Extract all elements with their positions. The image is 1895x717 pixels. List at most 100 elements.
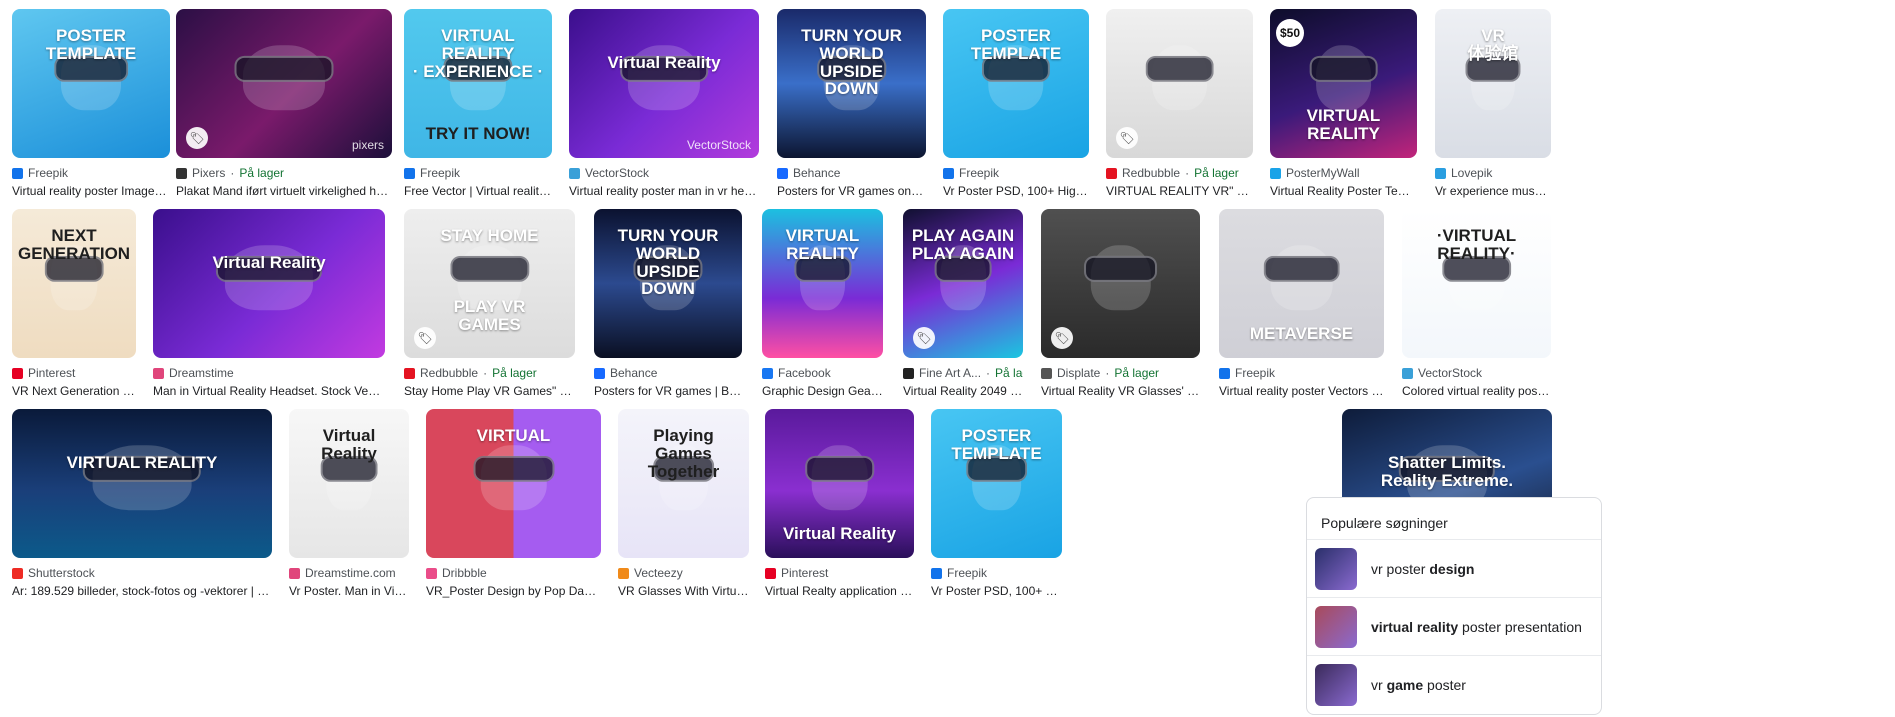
- result-title[interactable]: Free Vector | Virtual reality po...: [404, 184, 552, 198]
- result-title[interactable]: Virtual Reality Poster Templa...: [1270, 184, 1417, 198]
- result-thumbnail[interactable]: METAVERSE: [1219, 209, 1384, 358]
- result-card[interactable]: Virtual Reality Pinterest Virtual Realty a…: [765, 409, 914, 598]
- result-title[interactable]: Colored virtual reality poster R...: [1402, 384, 1551, 398]
- result-source[interactable]: Pinterest: [765, 565, 914, 581]
- result-card[interactable]: METAVERSE Freepik Virtual reality poster V…: [1219, 209, 1384, 398]
- result-thumbnail[interactable]: VIRTUAL REALITY: [12, 409, 272, 558]
- result-source[interactable]: Freepik: [1219, 365, 1384, 381]
- result-title[interactable]: Virtual reality poster Vectors & Ill...: [1219, 384, 1384, 398]
- poster-caption: STAY HOME PLAY VR GAMES: [440, 225, 539, 335]
- result-thumbnail[interactable]: Virtual Reality: [289, 409, 409, 558]
- result-title[interactable]: Vr Poster PSD, 100+ High ...: [931, 584, 1062, 598]
- result-thumbnail[interactable]: TURN YOUR WORLD UPSIDE DOWN: [777, 9, 926, 158]
- result-title[interactable]: Man in Virtual Reality Headset. Stock Ve…: [153, 384, 385, 398]
- result-thumbnail[interactable]: VIRTUAL REALITY · EXPERIENCE · TRY IT NOW…: [404, 9, 552, 158]
- result-thumbnail[interactable]: Virtual Reality: [765, 409, 914, 558]
- result-source[interactable]: Facebook: [762, 365, 883, 381]
- result-title[interactable]: Virtual Reality VR Glasses' Post...: [1041, 384, 1200, 398]
- result-title[interactable]: Posters for VR games | Behan...: [594, 384, 742, 398]
- result-thumbnail[interactable]: POSTER TEMPLATE: [943, 9, 1089, 158]
- result-source[interactable]: Redbubble · På lager: [1106, 165, 1253, 181]
- result-card[interactable]: ·VIRTUAL REALITY· VectorStock Colored virt…: [1402, 209, 1551, 398]
- result-title[interactable]: Vr Poster. Man in Virtu...: [289, 584, 409, 598]
- result-source[interactable]: Lovepik: [1435, 165, 1551, 181]
- result-thumbnail[interactable]: 🏷: [1106, 9, 1253, 158]
- result-title[interactable]: Virtual Realty application | M...: [765, 584, 914, 598]
- result-card[interactable]: VIRTUAL REALITY Facebook Graphic Design Ge…: [762, 209, 883, 398]
- result-thumbnail[interactable]: POSTER TEMPLATE: [12, 9, 170, 158]
- result-thumbnail[interactable]: NEXT GENERATION: [12, 209, 136, 358]
- result-source[interactable]: VectorStock: [1402, 365, 1551, 381]
- result-title[interactable]: Virtual Reality 2049 Pos...: [903, 384, 1023, 398]
- result-title[interactable]: Virtual reality poster man in vr headset…: [569, 184, 759, 198]
- result-source[interactable]: PosterMyWall: [1270, 165, 1417, 181]
- result-source[interactable]: Behance: [777, 165, 926, 181]
- result-source[interactable]: Pixers · På lager: [176, 165, 392, 181]
- result-card[interactable]: VIRTUAL REALITY $50 PosterMyWall Virtual Re…: [1270, 9, 1417, 198]
- result-title[interactable]: VR Glasses With Virtual R...: [618, 584, 749, 598]
- result-thumbnail[interactable]: POSTER TEMPLATE: [931, 409, 1062, 558]
- result-source[interactable]: Freepik: [931, 565, 1062, 581]
- popular-search-item[interactable]: vr poster design: [1307, 539, 1601, 597]
- result-card[interactable]: POSTER TEMPLATE Freepik Virtual reality po…: [12, 9, 170, 198]
- result-card[interactable]: 🏷 Redbubble · På lager VIRTUAL REALITY VR" P…: [1106, 9, 1253, 198]
- result-card[interactable]: POSTER TEMPLATE Freepik Vr Poster PSD, 100…: [931, 409, 1062, 598]
- result-card[interactable]: VIRTUAL Dribbble VR_Poster Design by Pop D…: [426, 409, 601, 598]
- result-card[interactable]: Virtual Reality Dreamstime Man in Virtual …: [153, 209, 385, 398]
- result-card[interactable]: Virtual Reality VectorStock VectorStock Vir…: [569, 9, 759, 198]
- result-title[interactable]: VR Next Generation on ...: [12, 384, 136, 398]
- result-title[interactable]: Stay Home Play VR Games" Poster...: [404, 384, 575, 398]
- result-title[interactable]: VIRTUAL REALITY VR" Poster...: [1106, 184, 1253, 198]
- result-title[interactable]: Plakat Mand iført virtuelt virkelighed h…: [176, 184, 392, 198]
- result-thumbnail[interactable]: VIRTUAL REALITY $50: [1270, 9, 1417, 158]
- result-thumbnail[interactable]: Virtual Reality VectorStock: [569, 9, 759, 158]
- result-source[interactable]: Freepik: [12, 165, 170, 181]
- result-card[interactable]: TURN YOUR WORLD UPSIDE DOWN Behance Poster…: [594, 209, 742, 398]
- result-thumbnail[interactable]: Virtual Reality: [153, 209, 385, 358]
- result-card[interactable]: Playing Games Together Vecteezy VR Glasses…: [618, 409, 749, 598]
- result-source[interactable]: Freepik: [404, 165, 552, 181]
- result-source[interactable]: Dreamstime: [153, 365, 385, 381]
- result-card[interactable]: pixers 🏷 Pixers · På lager Plakat Mand iført …: [176, 9, 392, 198]
- result-card[interactable]: TURN YOUR WORLD UPSIDE DOWN Behance Poster…: [777, 9, 926, 198]
- result-card[interactable]: VR 体验馆 Lovepik Vr experience museum...: [1435, 9, 1551, 198]
- result-card[interactable]: PLAY AGAIN PLAY AGAIN 🏷 Fine Art A... · På l…: [903, 209, 1023, 398]
- result-source[interactable]: Shutterstock: [12, 565, 272, 581]
- result-source[interactable]: Behance: [594, 365, 742, 381]
- result-card[interactable]: POSTER TEMPLATE Freepik Vr Poster PSD, 100…: [943, 9, 1089, 198]
- popular-search-item[interactable]: vr game poster: [1307, 655, 1601, 713]
- result-card[interactable]: 🏷 Displate · På lager Virtual Reality VR Gla…: [1041, 209, 1200, 398]
- result-thumbnail[interactable]: STAY HOME PLAY VR GAMES 🏷: [404, 209, 575, 358]
- result-title[interactable]: VR_Poster Design by Pop Daniel M ...: [426, 584, 601, 598]
- result-source[interactable]: Dribbble: [426, 565, 601, 581]
- result-source[interactable]: Dreamstime.com: [289, 565, 409, 581]
- result-card[interactable]: Virtual Reality Dreamstime.com Vr Poster. …: [289, 409, 409, 598]
- result-source[interactable]: Freepik: [943, 165, 1089, 181]
- result-title[interactable]: Vr experience museum...: [1435, 184, 1551, 198]
- popular-search-item[interactable]: virtual reality poster presentation: [1307, 597, 1601, 655]
- result-source[interactable]: Pinterest: [12, 365, 136, 381]
- result-card[interactable]: NEXT GENERATION Pinterest VR Next Generati…: [12, 209, 136, 398]
- result-thumbnail[interactable]: pixers 🏷: [176, 9, 392, 158]
- result-thumbnail[interactable]: VIRTUAL REALITY: [762, 209, 883, 358]
- result-thumbnail[interactable]: PLAY AGAIN PLAY AGAIN 🏷: [903, 209, 1023, 358]
- result-title[interactable]: Posters for VR games on Beh...: [777, 184, 926, 198]
- result-title[interactable]: Vr Poster PSD, 100+ High Qu...: [943, 184, 1089, 198]
- result-card[interactable]: STAY HOME PLAY VR GAMES 🏷 Redbubble · På lag…: [404, 209, 575, 398]
- result-title[interactable]: Graphic Design Gear - V...: [762, 384, 883, 398]
- result-source[interactable]: Displate · På lager: [1041, 365, 1200, 381]
- result-thumbnail[interactable]: TURN YOUR WORLD UPSIDE DOWN: [594, 209, 742, 358]
- result-card[interactable]: VIRTUAL REALITY · EXPERIENCE · TRY IT NOW…: [404, 9, 552, 198]
- result-card[interactable]: VIRTUAL REALITY Shutterstock Ar: 189.529 b…: [12, 409, 272, 598]
- result-source[interactable]: Vecteezy: [618, 565, 749, 581]
- result-thumbnail[interactable]: ·VIRTUAL REALITY·: [1402, 209, 1551, 358]
- result-source[interactable]: VectorStock: [569, 165, 759, 181]
- result-source[interactable]: Redbubble · På lager: [404, 365, 575, 381]
- result-thumbnail[interactable]: VIRTUAL: [426, 409, 601, 558]
- result-title[interactable]: Virtual reality poster Images |...: [12, 184, 170, 198]
- result-source[interactable]: Fine Art A... · På lager: [903, 365, 1023, 381]
- result-title[interactable]: Ar: 189.529 billeder, stock-fotos og -ve…: [12, 584, 272, 598]
- result-thumbnail[interactable]: 🏷: [1041, 209, 1200, 358]
- result-thumbnail[interactable]: VR 体验馆: [1435, 9, 1551, 158]
- result-thumbnail[interactable]: Playing Games Together: [618, 409, 749, 558]
